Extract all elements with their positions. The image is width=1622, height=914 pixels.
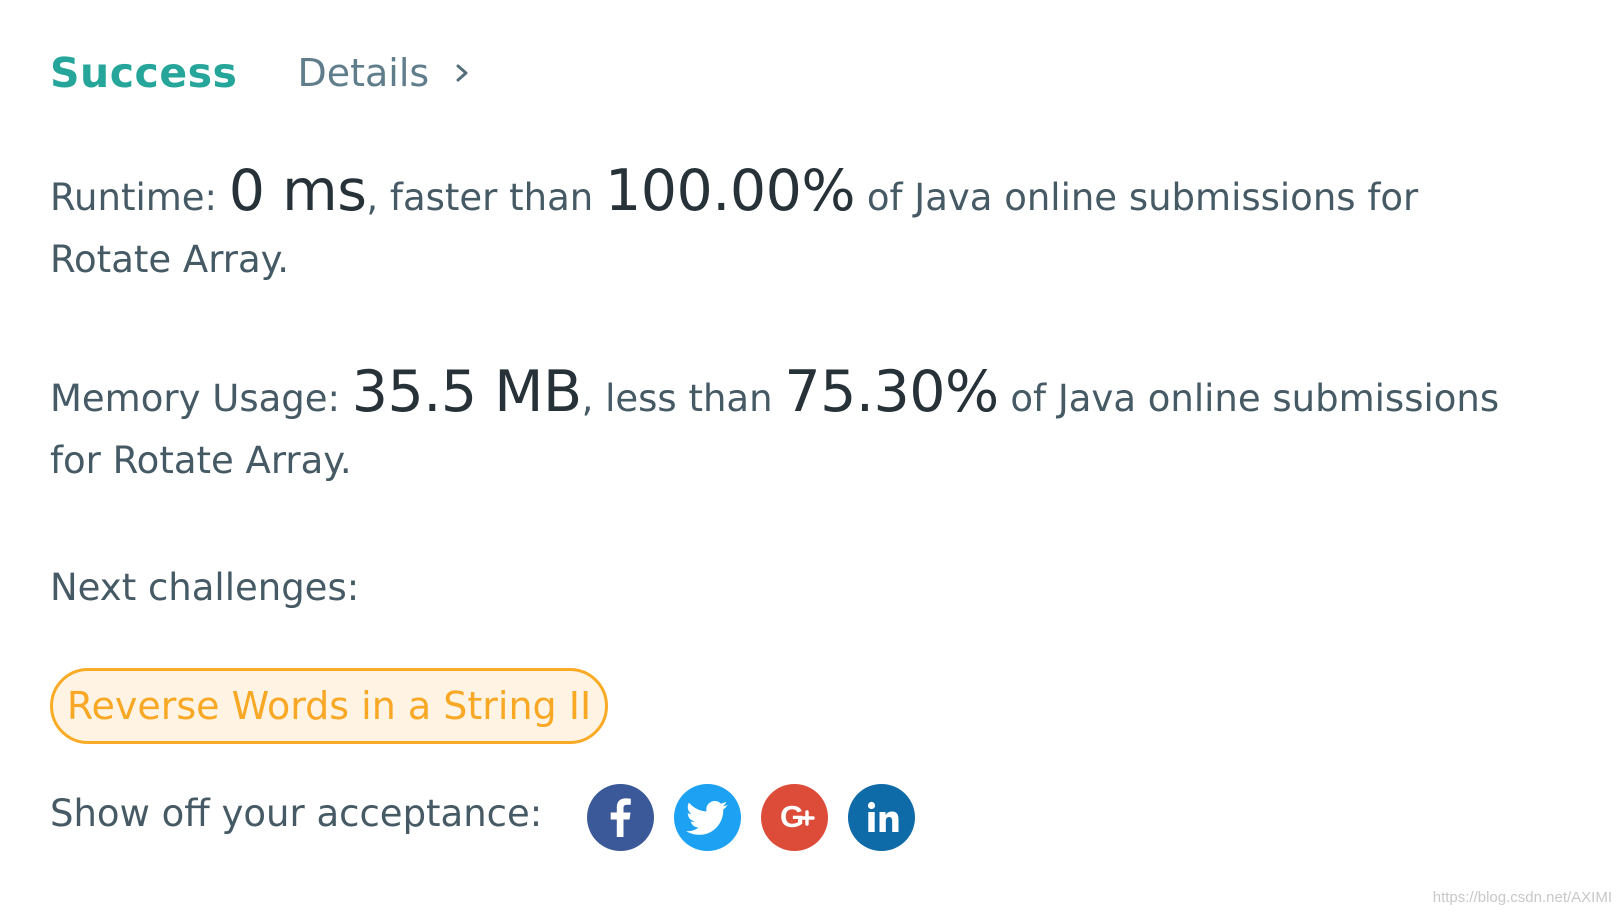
- linkedin-share-button[interactable]: [848, 784, 915, 851]
- challenge-button[interactable]: Reverse Words in a String II: [50, 668, 608, 744]
- chevron-right-icon: [456, 64, 468, 82]
- status-label: Success: [50, 49, 238, 97]
- details-link[interactable]: Details: [297, 51, 473, 95]
- google-plus-icon: G: [780, 799, 815, 834]
- linkedin-icon: [867, 801, 899, 832]
- memory-summary: Memory Usage: 35.5 MB, less than 75.30% …: [50, 361, 1500, 492]
- runtime-percentile: 100.00%: [604, 158, 856, 224]
- details-label: Details: [297, 51, 430, 95]
- memory-percentile: 75.30%: [784, 359, 999, 425]
- twitter-share-button[interactable]: [674, 784, 741, 851]
- runtime-value: 0 ms: [228, 158, 367, 224]
- result-header: Success Details: [50, 38, 473, 108]
- runtime-label: Runtime:: [50, 176, 229, 219]
- memory-mid-text: , less than: [581, 377, 785, 420]
- runtime-summary: Runtime: 0 ms, faster than 100.00% of Ja…: [50, 160, 1500, 291]
- google-plus-share-button[interactable]: G: [761, 784, 828, 851]
- next-challenges-label: Next challenges:: [50, 566, 360, 609]
- memory-value: 35.5 MB: [351, 359, 582, 425]
- facebook-share-button[interactable]: [587, 784, 654, 851]
- challenge-label: Reverse Words in a String II: [66, 684, 592, 728]
- share-label: Show off your acceptance:: [50, 792, 543, 835]
- facebook-icon: [610, 798, 631, 837]
- watermark-text: https://blog.csdn.net/AXIMI: [1432, 889, 1612, 906]
- twitter-icon: [686, 801, 728, 835]
- share-buttons: G: [587, 784, 915, 851]
- runtime-mid-text: , faster than: [366, 176, 605, 219]
- memory-label: Memory Usage:: [50, 377, 352, 420]
